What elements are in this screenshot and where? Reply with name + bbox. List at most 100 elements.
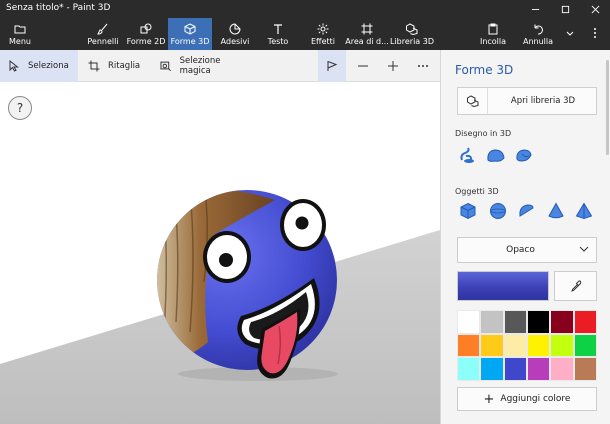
color-swatch[interactable] bbox=[457, 333, 481, 358]
color-swatch[interactable] bbox=[503, 357, 527, 381]
sphere-object-button[interactable] bbox=[487, 200, 509, 222]
color-swatch[interactable] bbox=[503, 333, 527, 358]
ribbon-menu-label: Menu bbox=[9, 36, 31, 46]
canvas-workspace[interactable]: ? bbox=[0, 82, 440, 424]
help-button[interactable]: ? bbox=[8, 96, 32, 120]
plus-icon bbox=[388, 61, 398, 71]
ribbon-text[interactable]: Testo bbox=[262, 18, 294, 50]
soft-doodle-icon bbox=[487, 149, 505, 162]
zoom-in-button[interactable] bbox=[380, 50, 406, 82]
ribbon-stickers[interactable]: Adesivi bbox=[218, 18, 252, 50]
shapes-3d-panel: Forme 3D Apri libreria 3D Disegno in 3D … bbox=[440, 50, 610, 424]
panel-scrollbar[interactable] bbox=[606, 50, 609, 424]
cube-object-button[interactable] bbox=[457, 200, 479, 222]
pyramid-icon bbox=[575, 202, 593, 220]
color-swatch[interactable] bbox=[550, 357, 574, 381]
doodle-section-label: Disegno in 3D bbox=[455, 129, 512, 138]
color-swatch[interactable] bbox=[573, 333, 597, 358]
library-icon-wrap bbox=[458, 88, 488, 114]
color-swatch[interactable] bbox=[550, 310, 574, 334]
color-swatch[interactable] bbox=[550, 333, 574, 358]
ribbon-effects-label: Effetti bbox=[311, 36, 335, 46]
minus-icon bbox=[358, 65, 368, 67]
minimize-button[interactable] bbox=[520, 0, 550, 18]
soft-doodle-button[interactable] bbox=[485, 144, 507, 166]
library-3d-icon bbox=[466, 95, 478, 107]
ribbon-effects[interactable]: Effetti bbox=[306, 18, 340, 50]
ribbon-text-label: Testo bbox=[267, 36, 289, 46]
scrollbar-thumb[interactable] bbox=[606, 60, 609, 155]
cursor-icon bbox=[9, 60, 19, 72]
ribbon-expand-button[interactable] bbox=[560, 18, 580, 50]
ribbon-canvas-label: Area di d... bbox=[345, 36, 389, 46]
color-swatch[interactable] bbox=[527, 357, 551, 381]
color-swatch[interactable] bbox=[527, 310, 551, 334]
sphere-icon bbox=[490, 203, 506, 219]
panel-title: Forme 3D bbox=[455, 63, 514, 77]
pyramid-object-button[interactable] bbox=[573, 200, 595, 222]
ribbon-undo-label: Annulla bbox=[522, 36, 554, 46]
select-tool[interactable]: Seleziona bbox=[0, 50, 78, 82]
ribbon-undo[interactable]: Annulla bbox=[520, 18, 556, 50]
ribbon-paste[interactable]: Incolla bbox=[476, 18, 510, 50]
ribbon-stickers-label: Adesivi bbox=[220, 36, 250, 46]
brush-icon bbox=[97, 23, 108, 35]
hemisphere-icon bbox=[519, 204, 534, 217]
hemisphere-object-button[interactable] bbox=[515, 200, 537, 222]
shapes-2d-icon bbox=[140, 23, 152, 33]
text-icon bbox=[274, 23, 282, 34]
close-button[interactable] bbox=[580, 0, 610, 18]
more-options-button[interactable] bbox=[410, 50, 436, 82]
ribbon-canvas[interactable]: Area di d... bbox=[345, 18, 389, 50]
more-vertical-icon bbox=[594, 28, 596, 38]
zoom-out-button[interactable] bbox=[350, 50, 376, 82]
color-swatch[interactable] bbox=[480, 333, 504, 358]
ribbon-brushes-label: Pennelli bbox=[87, 36, 119, 46]
ribbon-shapes-3d-label: Forme 3D bbox=[170, 36, 210, 46]
more-horizontal-icon bbox=[418, 65, 428, 67]
canvas-icon bbox=[361, 23, 373, 34]
maximize-button[interactable] bbox=[550, 0, 580, 18]
cone-object-button[interactable] bbox=[545, 200, 567, 222]
color-swatch[interactable] bbox=[573, 357, 597, 381]
cube-icon bbox=[460, 202, 476, 220]
paste-icon bbox=[488, 23, 498, 34]
crop-tool[interactable]: Ritaglia bbox=[80, 50, 148, 82]
objects-section-label: Oggetti 3D bbox=[455, 187, 499, 196]
view-3d-button[interactable] bbox=[318, 50, 346, 82]
sticker-icon bbox=[229, 22, 241, 34]
ribbon-shapes-3d[interactable]: Forme 3D bbox=[168, 18, 212, 50]
cube-icon bbox=[184, 22, 196, 35]
finish-value: Opaco bbox=[506, 245, 535, 255]
color-swatch[interactable] bbox=[480, 310, 504, 334]
current-color-swatch[interactable] bbox=[457, 271, 549, 301]
ribbon-brushes[interactable]: Pennelli bbox=[84, 18, 122, 50]
color-swatch[interactable] bbox=[457, 310, 481, 334]
minimize-icon bbox=[531, 8, 539, 10]
sharp-doodle-button[interactable] bbox=[457, 144, 479, 166]
ribbon-library-3d[interactable]: Libreria 3D bbox=[390, 18, 434, 50]
ribbon-paste-label: Incolla bbox=[479, 36, 507, 46]
maximize-icon bbox=[561, 5, 569, 13]
plus-icon: + bbox=[483, 391, 495, 407]
magic-select-tool[interactable]: Selezione magica bbox=[152, 50, 252, 82]
color-swatch[interactable] bbox=[527, 333, 551, 358]
cone-icon bbox=[548, 202, 564, 219]
ribbon-menu[interactable]: Menu bbox=[4, 18, 36, 50]
ribbon-more-button[interactable] bbox=[584, 18, 606, 50]
tube-doodle-button[interactable] bbox=[513, 144, 535, 166]
color-swatch[interactable] bbox=[480, 357, 504, 381]
open-library-button[interactable]: Apri libreria 3D bbox=[457, 87, 597, 115]
library-3d-icon bbox=[406, 22, 418, 35]
eyedropper-button[interactable] bbox=[554, 271, 597, 301]
flag-icon bbox=[327, 61, 338, 71]
chevron-down-icon bbox=[566, 31, 574, 36]
close-icon bbox=[591, 5, 599, 13]
add-color-button[interactable]: + Aggiungi colore bbox=[457, 387, 597, 411]
color-swatch[interactable] bbox=[457, 357, 481, 381]
ribbon-shapes-2d[interactable]: Forme 2D bbox=[126, 18, 166, 50]
color-swatch[interactable] bbox=[573, 310, 597, 334]
effects-icon bbox=[317, 23, 329, 34]
finish-dropdown[interactable]: Opaco bbox=[457, 237, 597, 263]
color-swatch[interactable] bbox=[503, 310, 527, 334]
